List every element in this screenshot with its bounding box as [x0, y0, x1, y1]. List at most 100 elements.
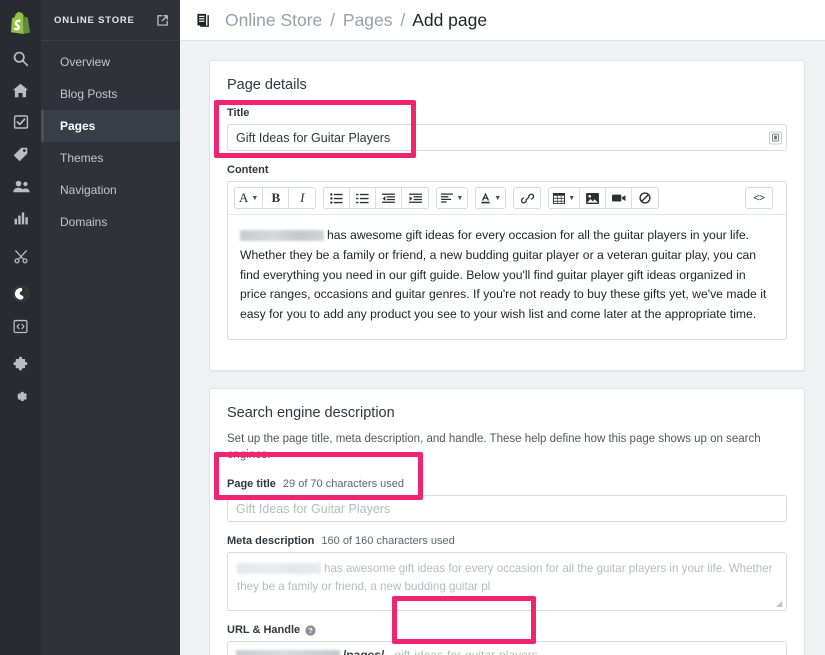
bulleted-list-button[interactable]	[324, 188, 351, 208]
editor-toolbar: A ▼ B I ▼ ▼ ▼ <>	[228, 182, 786, 215]
text-color-button[interactable]: ▼	[476, 188, 506, 208]
seo-page-title-label-text: Page title	[227, 478, 276, 491]
font-style-button[interactable]: A ▼	[235, 188, 264, 208]
textarea-resize-handle[interactable]: ◢	[776, 600, 784, 608]
sidebar-header: ONLINE STORE	[41, 0, 180, 41]
sidebar-item-pages[interactable]: Pages	[41, 110, 180, 142]
seo-meta-label-text: Meta description	[227, 535, 315, 548]
products-tag-icon[interactable]	[0, 138, 41, 170]
pages-stack-icon	[196, 12, 213, 29]
sidebar-item-domains[interactable]: Domains	[41, 206, 180, 238]
toolbar-group-insert: ▼	[548, 187, 660, 209]
customers-icon[interactable]	[0, 170, 41, 202]
redacted-brand-name	[237, 563, 321, 575]
orders-icon[interactable]	[0, 106, 41, 138]
discounts-scissors-icon[interactable]	[0, 240, 41, 272]
breadcrumb-root[interactable]: Online Store	[225, 10, 322, 30]
content-scroll-area: Page details Title Gift Ideas for Guitar…	[180, 41, 825, 655]
editor-content-area[interactable]: has awesome gift ideas for every occasio…	[228, 215, 786, 339]
html-code-view-button[interactable]: <>	[746, 188, 772, 208]
seo-url-handle-placeholder: gift-ideas-for-guitar-players	[394, 647, 538, 655]
seo-url-prefix: /pages/	[227, 641, 387, 655]
title-label: Title	[227, 107, 250, 119]
content-label: Content	[227, 164, 269, 176]
seo-title: Search engine description	[227, 404, 395, 421]
outdent-button[interactable]	[376, 188, 403, 208]
seo-meta-counter: 160 of 160 characters used	[321, 535, 455, 548]
page-details-title: Page details	[227, 77, 307, 93]
seo-page-title-counter: 29 of 70 characters used	[282, 478, 404, 491]
content-field-group: Content A ▼ B I ▼ ▼ ▼ <> has awesome gif…	[227, 164, 787, 340]
seo-url-handle-input[interactable]: gift-ideas-for-guitar-players	[386, 641, 787, 655]
main-region: Online Store / Pages / Add page Page det…	[180, 0, 825, 655]
seo-meta-description-textarea[interactable]: has awesome gift ideas for every occasio…	[227, 552, 787, 612]
seo-url-label-text: URL & Handle	[227, 624, 301, 637]
question-mark-icon[interactable]: ?	[305, 624, 316, 636]
breadcrumb-separator: /	[400, 9, 406, 30]
insert-image-button[interactable]	[580, 188, 607, 208]
toolbar-group-text: A ▼ B I	[234, 187, 317, 209]
themes-code-icon[interactable]	[0, 310, 41, 342]
seo-url-row: /pages/ gift-ideas-for-guitar-players	[227, 641, 787, 655]
sidebar-nav-list: Overview Blog Posts Pages Themes Navigat…	[41, 41, 180, 238]
settings-gear-icon[interactable]	[0, 380, 41, 412]
italic-button[interactable]: I	[289, 188, 316, 208]
breadcrumb-current: Add page	[412, 9, 488, 30]
seo-meta-description-group: Meta description 160 of 160 characters u…	[227, 535, 787, 612]
sidebar-item-themes[interactable]: Themes	[41, 142, 180, 174]
seo-url-handle-group: URL & Handle ? /pages/ gift-ideas-for-gu…	[227, 624, 787, 655]
external-link-icon[interactable]	[156, 14, 169, 27]
toolbar-group-color: ▼	[475, 187, 507, 209]
sidebar-item-label: Blog Posts	[60, 87, 118, 101]
title-input-value: Gift Ideas for Guitar Players	[236, 130, 391, 145]
sidebar-item-label: Navigation	[60, 183, 117, 197]
title-field-group: Title Gift Ideas for Guitar Players	[227, 107, 787, 151]
toolbar-group-align: ▼	[436, 187, 469, 209]
seo-url-pages-segment: /pages/	[343, 647, 385, 655]
sidebar-item-blog-posts[interactable]: Blog Posts	[41, 78, 180, 110]
bold-button[interactable]: B	[263, 188, 290, 208]
app-root: ONLINE STORE Overview Blog Posts Pages T…	[0, 0, 825, 655]
sidebar-item-overview[interactable]: Overview	[41, 46, 180, 78]
svg-text:?: ?	[308, 625, 313, 634]
redacted-brand-name	[240, 230, 324, 242]
seo-url-label: URL & Handle ?	[227, 624, 787, 636]
top-bar: Online Store / Pages / Add page	[180, 0, 825, 41]
indent-button[interactable]	[402, 188, 429, 208]
breadcrumb-separator: /	[330, 9, 336, 30]
toolbar-group-link	[513, 187, 542, 209]
numbered-list-button[interactable]	[350, 188, 377, 208]
title-input[interactable]: Gift Ideas for Guitar Players	[227, 124, 787, 151]
insert-table-button[interactable]: ▼	[549, 188, 581, 208]
analytics-bar-icon[interactable]	[0, 202, 41, 234]
seo-page-title-label: Page title 29 of 70 characters used	[227, 478, 787, 490]
align-button[interactable]: ▼	[437, 188, 468, 208]
seo-description: Set up the page title, meta description,…	[227, 432, 761, 461]
seo-page-title-group: Page title 29 of 70 characters used Gift…	[227, 478, 787, 523]
sidebar-header-label: ONLINE STORE	[54, 14, 135, 26]
seo-meta-label: Meta description 160 of 160 characters u…	[227, 535, 787, 547]
seo-page-title-placeholder: Gift Ideas for Guitar Players	[236, 501, 391, 516]
home-icon[interactable]	[0, 74, 41, 106]
sidebar-item-label: Domains	[60, 215, 108, 229]
sidebar-item-label: Themes	[60, 151, 104, 165]
insert-variable-icon[interactable]	[769, 131, 782, 144]
insert-video-button[interactable]	[606, 188, 633, 208]
shopify-bag-icon[interactable]	[0, 4, 41, 42]
seo-page-title-input[interactable]: Gift Ideas for Guitar Players	[227, 495, 787, 523]
clear-formatting-button[interactable]	[632, 188, 659, 208]
breadcrumb-parent[interactable]: Pages	[343, 10, 393, 30]
apps-puzzle-icon[interactable]	[0, 348, 41, 380]
sidebar-item-label: Pages	[60, 119, 96, 133]
sidebar-item-navigation[interactable]: Navigation	[41, 174, 180, 206]
rich-text-editor: A ▼ B I ▼ ▼ ▼ <> has awesome gift ideas …	[227, 181, 787, 340]
insert-link-button[interactable]	[514, 188, 541, 208]
sidebar-item-label: Overview	[60, 55, 111, 69]
seo-card: Search engine description Set up the pag…	[209, 387, 805, 655]
page-details-card: Page details Title Gift Ideas for Guitar…	[209, 60, 805, 371]
editor-body-text: has awesome gift ideas for every occasio…	[240, 228, 767, 322]
breadcrumb: Online Store / Pages / Add page	[225, 10, 487, 31]
toolbar-group-code: <>	[745, 187, 773, 209]
search-icon[interactable]	[0, 42, 41, 74]
online-store-globe-icon[interactable]	[0, 278, 41, 310]
